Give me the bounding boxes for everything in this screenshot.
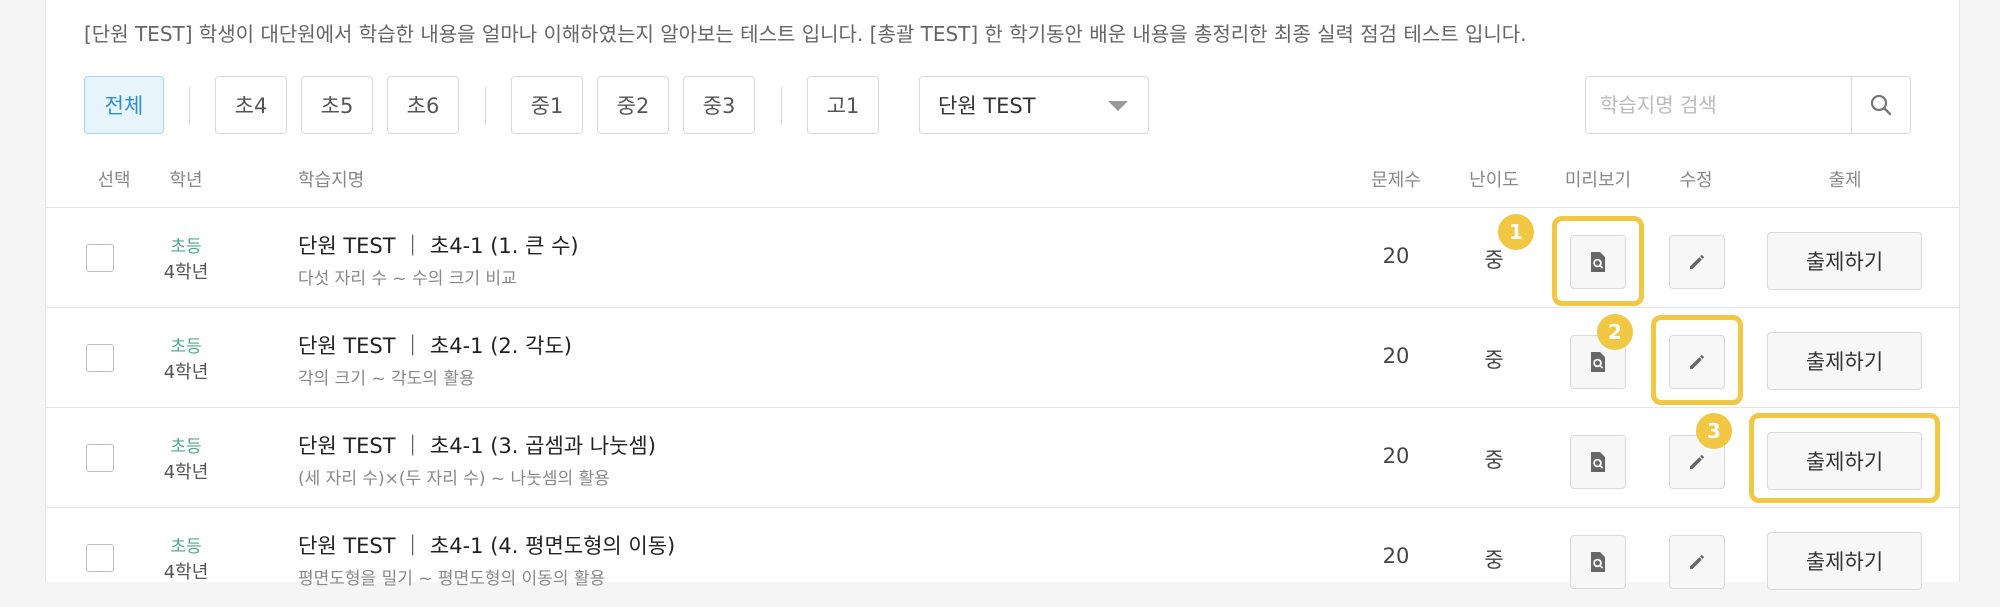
question-count: 20 bbox=[1382, 344, 1410, 368]
document-preview-icon bbox=[1591, 552, 1605, 572]
assign-button[interactable]: 출제하기 bbox=[1767, 232, 1922, 290]
school-level: 초등 bbox=[170, 537, 202, 557]
worksheet-title[interactable]: 단원 TEST ｜ 초4-1 (3. 곱셈과 나눗셈) bbox=[298, 430, 656, 460]
assign-button[interactable]: 출제하기 bbox=[1767, 432, 1922, 490]
table-row: 초등 4학년 단원 TEST ｜ 초4-1 (1. 큰 수) 다섯 자리 수 ~… bbox=[46, 208, 1959, 307]
difficulty: 중 bbox=[1484, 248, 1504, 272]
test-type-value: 단원 TEST bbox=[938, 94, 1036, 118]
callout-badge-1: 1 bbox=[1498, 214, 1534, 250]
filter-divider bbox=[781, 87, 782, 125]
school-level: 초등 bbox=[170, 337, 202, 357]
filter-h1-button[interactable]: 고1 bbox=[807, 76, 879, 134]
worksheet-title[interactable]: 단원 TEST ｜ 초4-1 (2. 각도) bbox=[298, 330, 572, 360]
pencil-icon bbox=[1690, 255, 1704, 269]
table-row: 초등 4학년 단원 TEST ｜ 초4-1 (4. 평면도형의 이동) 평면도형… bbox=[46, 508, 1959, 607]
worksheet-panel: [단원 TEST] 학생이 대단원에서 학습한 내용을 얼마나 이해하였는지 알… bbox=[45, 0, 1960, 590]
pencil-icon bbox=[1690, 555, 1704, 569]
pencil-icon bbox=[1690, 355, 1704, 369]
filter-e6-button[interactable]: 초6 bbox=[387, 76, 459, 134]
filter-all-button[interactable]: 전체 bbox=[84, 76, 164, 134]
filter-m2-button[interactable]: 중2 bbox=[597, 76, 669, 134]
assign-button[interactable]: 출제하기 bbox=[1767, 332, 1922, 390]
row-checkbox[interactable] bbox=[86, 244, 114, 272]
worksheet-subtitle: 각의 크기 ~ 각도의 활용 bbox=[298, 369, 475, 389]
question-count: 20 bbox=[1382, 444, 1410, 468]
column-header-grade: 학년 bbox=[169, 170, 203, 191]
edit-button[interactable] bbox=[1669, 535, 1725, 589]
worksheet-subtitle: 다섯 자리 수 ~ 수의 크기 비교 bbox=[298, 269, 517, 289]
assign-button[interactable]: 출제하기 bbox=[1767, 532, 1922, 590]
table-row: 초등 4학년 단원 TEST ｜ 초4-1 (3. 곱셈과 나눗셈) (세 자리… bbox=[46, 408, 1959, 507]
row-checkbox[interactable] bbox=[86, 344, 114, 372]
school-level: 초등 bbox=[170, 237, 202, 257]
filter-divider bbox=[485, 87, 486, 125]
search-box bbox=[1585, 76, 1911, 134]
filter-e5-button[interactable]: 초5 bbox=[301, 76, 373, 134]
search-icon bbox=[1870, 94, 1892, 116]
column-header-difficulty: 난이도 bbox=[1469, 170, 1519, 191]
column-header-preview: 미리보기 bbox=[1564, 170, 1632, 191]
column-header-name: 학습지명 bbox=[298, 170, 365, 191]
school-level: 초등 bbox=[170, 437, 202, 457]
preview-button[interactable] bbox=[1570, 435, 1626, 489]
grade-label: 4학년 bbox=[163, 362, 209, 383]
callout-badge-3: 3 bbox=[1696, 413, 1732, 449]
callout-badge-2: 2 bbox=[1597, 314, 1633, 350]
question-count: 20 bbox=[1382, 544, 1410, 568]
caret-down-icon bbox=[1108, 101, 1128, 111]
preview-button[interactable] bbox=[1570, 235, 1626, 289]
edit-button[interactable] bbox=[1669, 235, 1725, 289]
column-header-count: 문제수 bbox=[1371, 170, 1421, 191]
document-preview-icon bbox=[1591, 352, 1605, 372]
pencil-icon bbox=[1690, 455, 1704, 469]
grade-label: 4학년 bbox=[163, 562, 209, 583]
difficulty: 중 bbox=[1484, 448, 1504, 472]
worksheet-title[interactable]: 단원 TEST ｜ 초4-1 (1. 큰 수) bbox=[298, 230, 579, 260]
test-type-select[interactable]: 단원 TEST bbox=[919, 76, 1149, 134]
filter-divider bbox=[189, 87, 190, 125]
column-header-assign: 출제 bbox=[1828, 170, 1862, 191]
filter-m3-button[interactable]: 중3 bbox=[683, 76, 755, 134]
description-text: [단원 TEST] 학생이 대단원에서 학습한 내용을 얼마나 이해하였는지 알… bbox=[84, 22, 1527, 46]
document-preview-icon bbox=[1591, 252, 1605, 272]
worksheet-subtitle: (세 자리 수)×(두 자리 수) ~ 나눗셈의 활용 bbox=[298, 469, 610, 489]
grade-label: 4학년 bbox=[163, 462, 209, 483]
difficulty: 중 bbox=[1484, 348, 1504, 372]
table-row: 초등 4학년 단원 TEST ｜ 초4-1 (2. 각도) 각의 크기 ~ 각도… bbox=[46, 308, 1959, 407]
worksheet-title[interactable]: 단원 TEST ｜ 초4-1 (4. 평면도형의 이동) bbox=[298, 530, 675, 560]
grade-label: 4학년 bbox=[163, 262, 209, 283]
worksheet-subtitle: 평면도형을 밀기 ~ 평면도형의 이동의 활용 bbox=[298, 569, 606, 589]
filter-e4-button[interactable]: 초4 bbox=[215, 76, 287, 134]
search-input[interactable] bbox=[1586, 77, 1851, 133]
column-header-select: 선택 bbox=[97, 170, 131, 191]
search-button[interactable] bbox=[1851, 77, 1910, 133]
document-preview-icon bbox=[1591, 452, 1605, 472]
row-checkbox[interactable] bbox=[86, 444, 114, 472]
row-checkbox[interactable] bbox=[86, 544, 114, 572]
preview-button[interactable] bbox=[1570, 535, 1626, 589]
edit-button[interactable] bbox=[1669, 335, 1725, 389]
question-count: 20 bbox=[1382, 244, 1410, 268]
filter-m1-button[interactable]: 중1 bbox=[511, 76, 583, 134]
column-header-edit: 수정 bbox=[1679, 170, 1713, 191]
difficulty: 중 bbox=[1484, 548, 1504, 572]
